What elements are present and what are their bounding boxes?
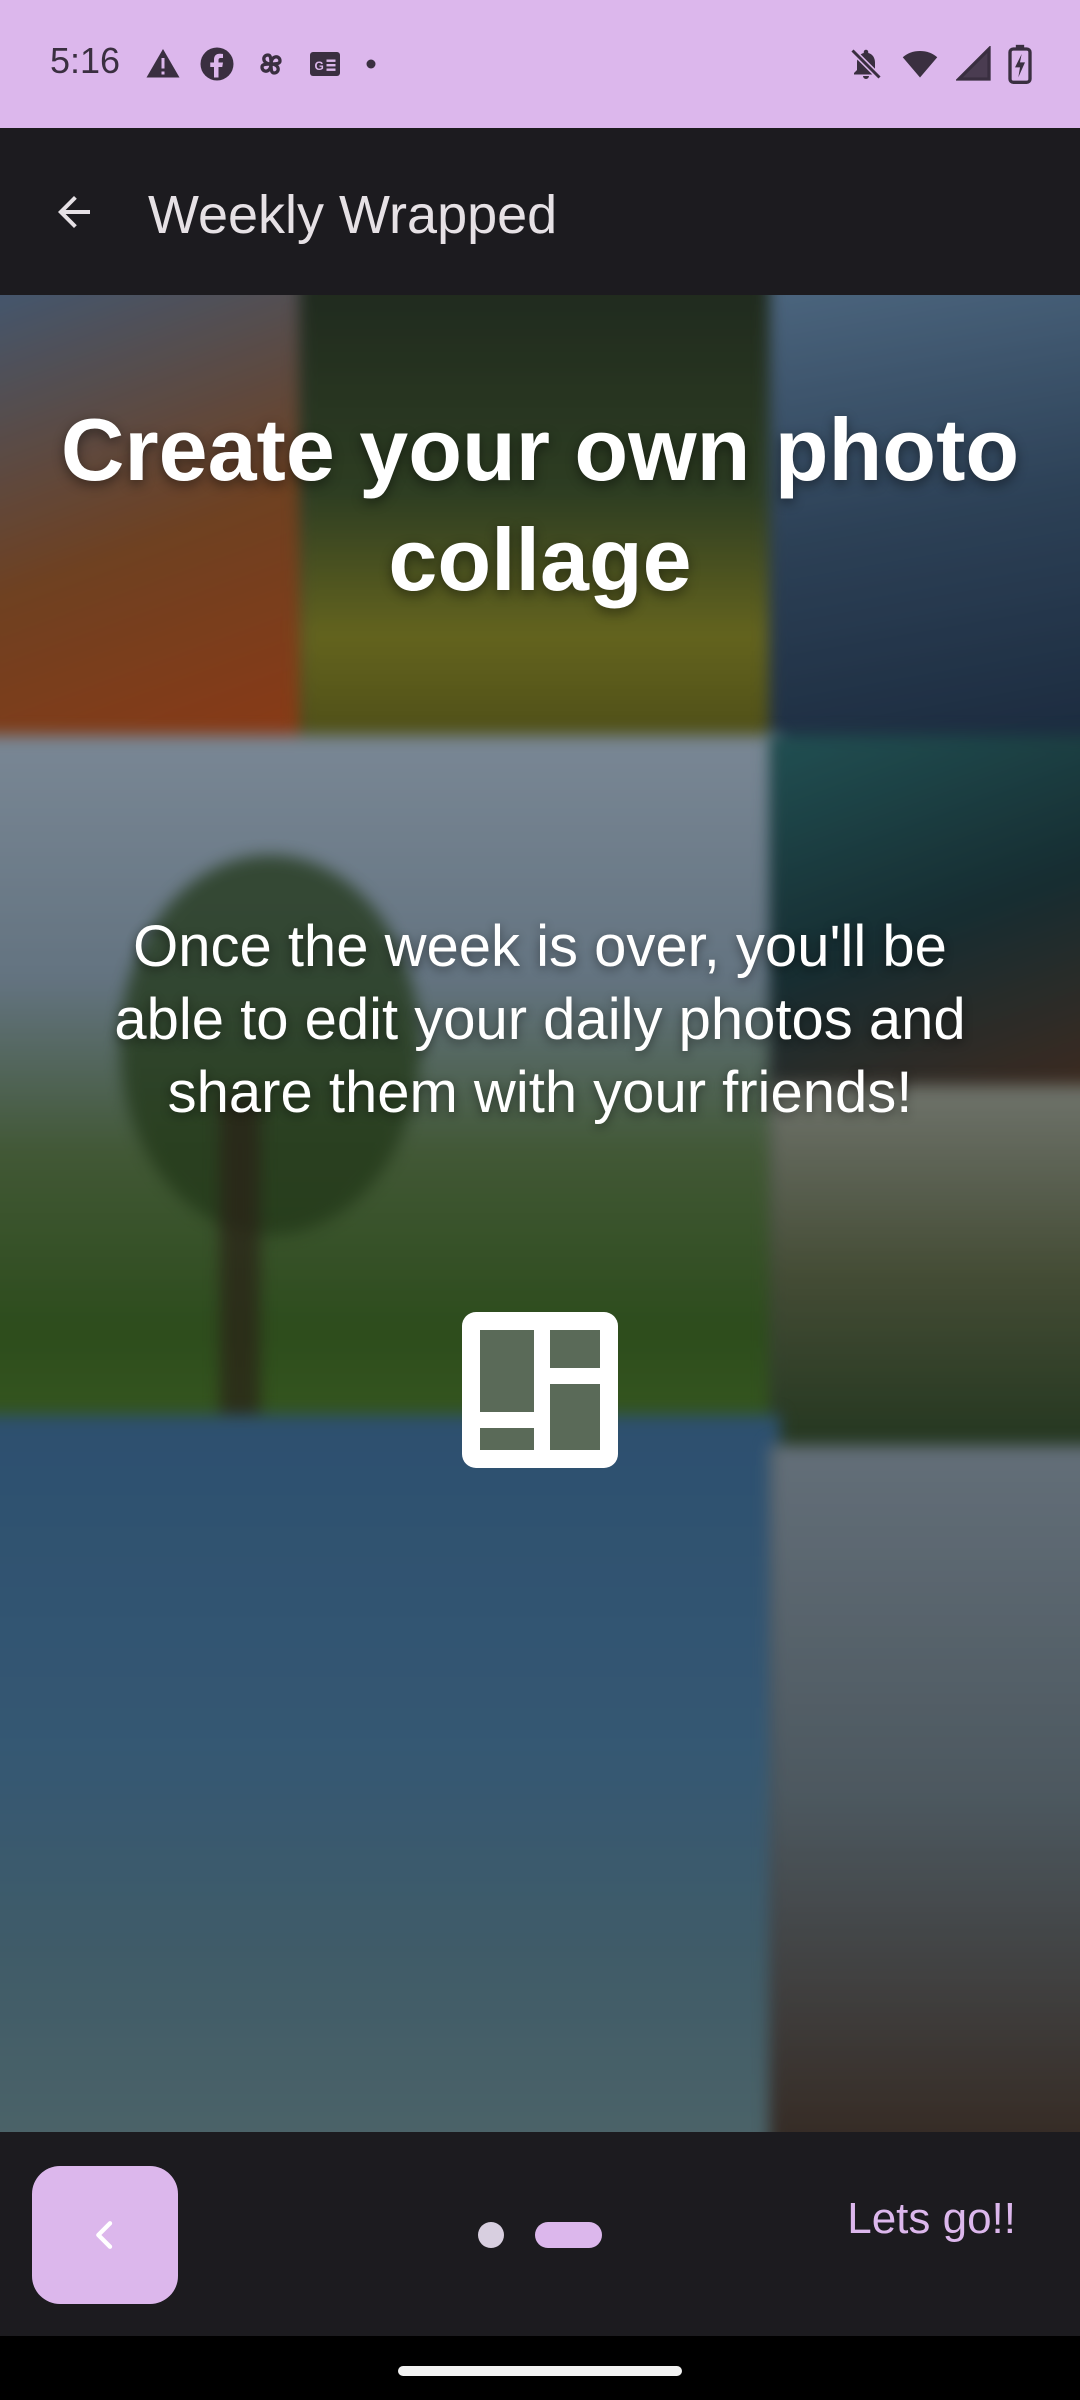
chevron-left-icon xyxy=(96,2221,113,2249)
previous-button[interactable] xyxy=(32,2166,178,2304)
facebook-icon xyxy=(200,47,234,81)
status-time: 5:16 xyxy=(50,40,121,81)
app-bar: Weekly Wrapped xyxy=(0,128,1080,295)
page-dot-2-active xyxy=(535,2222,602,2248)
news-icon: G xyxy=(310,52,340,76)
arrow-back-icon xyxy=(58,196,90,228)
alert-icon xyxy=(146,49,180,78)
headline: Create your own photo collage xyxy=(60,400,1020,609)
back-button[interactable] xyxy=(40,178,108,246)
dot-icon xyxy=(366,59,376,69)
status-bar: 5:16 G xyxy=(0,0,1080,128)
pinwheel-icon xyxy=(260,53,282,75)
collage-layout-icon xyxy=(462,1312,618,1468)
onboarding-footer: Lets go!! xyxy=(0,2132,1080,2336)
signal-icon xyxy=(956,46,991,81)
svg-text:G: G xyxy=(315,59,324,73)
status-icons-left: G xyxy=(145,44,381,84)
wifi-icon xyxy=(902,50,938,78)
notifications-off-icon xyxy=(850,48,882,80)
battery-charging-icon xyxy=(1008,44,1032,84)
page-title: Weekly Wrapped xyxy=(148,185,558,245)
page-dot-1 xyxy=(478,2222,504,2248)
lets-go-button[interactable]: Lets go!! xyxy=(847,2194,1016,2244)
description: Once the week is over, you'll be able to… xyxy=(114,914,966,1125)
system-nav-bar xyxy=(0,2336,1080,2400)
collage-intro-panel: Create your own photo collage Once the w… xyxy=(0,295,1080,2132)
status-icons-right xyxy=(848,44,1032,84)
home-handle[interactable] xyxy=(398,2366,682,2376)
